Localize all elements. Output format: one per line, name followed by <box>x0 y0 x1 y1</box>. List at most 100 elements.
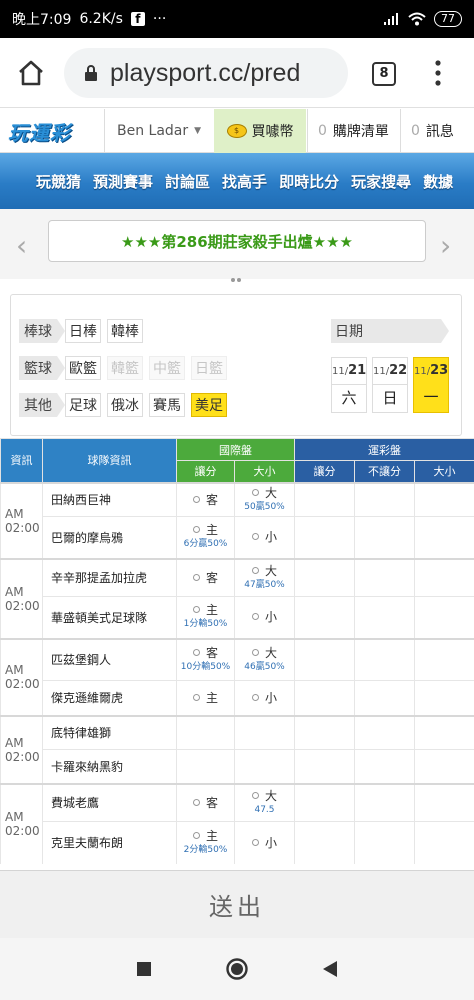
header-lottery-total: 大小 <box>413 460 474 483</box>
chevron-down-icon: ▼ <box>194 126 202 136</box>
table-row: 克里夫蘭布朗 主 2分輸50% 小 <box>1 821 474 864</box>
submit-bar: 送出 <box>0 870 474 938</box>
sport-filter-panel: 棒球 日棒 韓棒 籃球 歐籃 韓籃 中籃 日籃 其他 足球 俄冰 賽馬 美足 日… <box>10 294 462 436</box>
home-icon[interactable] <box>16 58 46 88</box>
away-team: 匹茲堡鋼人 <box>42 637 177 681</box>
signal-icon <box>384 13 398 25</box>
filter-bleague: 日籃 <box>191 356 227 380</box>
buy-coin-button[interactable]: $ 買噱幣 <box>214 109 306 153</box>
carousel-dots <box>231 267 243 282</box>
over-option[interactable]: 大 47.5 <box>234 782 295 822</box>
home-team: 巴爾的摩烏鴉 <box>42 516 177 559</box>
date-option-1122[interactable]: 11/22 日 <box>372 357 408 413</box>
filter-kbo[interactable]: 韓棒 <box>107 319 143 343</box>
game-time: AM 02:00 <box>0 637 43 716</box>
over-option[interactable]: 大 50贏50% <box>234 481 295 517</box>
over-option[interactable]: 大 46贏50% <box>234 637 295 681</box>
radio-icon <box>251 838 259 846</box>
site-header: 玩運彩 Ben Ladar ▼ $ 買噱幣 0 購牌清單 0 訊息 <box>0 109 474 153</box>
header-intl-spread: 讓分 <box>176 460 235 483</box>
messages-button[interactable]: 0 訊息 <box>400 109 474 153</box>
under-option[interactable]: 小 <box>234 596 295 639</box>
filter-khl[interactable]: 俄冰 <box>107 393 143 417</box>
date-month: 11/ <box>332 366 349 377</box>
radio-icon <box>251 613 259 621</box>
radio-icon <box>192 573 200 581</box>
away-team: 底特律雄獅 <box>42 714 177 750</box>
home-spread-option[interactable]: 主 <box>176 680 235 716</box>
category-baseball-label: 棒球 <box>19 319 65 343</box>
filter-kbl: 韓籃 <box>107 356 143 380</box>
radio-icon <box>192 648 200 656</box>
radio-icon <box>192 606 200 614</box>
away-team: 費城老鷹 <box>42 782 177 822</box>
nav-item-player-search[interactable]: 玩家搜尋 <box>351 171 411 192</box>
away-spread-option[interactable]: 客 <box>176 782 235 822</box>
filter-npb[interactable]: 日棒 <box>65 319 101 343</box>
nav-item-play-guess[interactable]: 玩競猜 <box>36 171 81 192</box>
away-spread-option[interactable]: 客 <box>176 481 235 517</box>
facebook-icon: f <box>130 12 145 26</box>
date-day: 23 <box>430 363 449 378</box>
lock-icon <box>85 65 97 81</box>
game-time: AM 02:00 <box>0 481 43 559</box>
spread-line: 6分贏50% <box>183 539 228 550</box>
under-option[interactable]: 小 <box>234 516 295 559</box>
filter-cba: 中籃 <box>149 356 185 380</box>
header-lottery-no-spread: 不讓分 <box>354 460 415 483</box>
radio-icon <box>251 693 259 701</box>
nav-item-find-experts[interactable]: 找高手 <box>222 171 267 192</box>
nav-item-forum[interactable]: 討論區 <box>165 171 210 192</box>
cart-button[interactable]: 0 購牌清單 <box>307 109 399 153</box>
filter-horse-racing[interactable]: 賽馬 <box>149 393 185 417</box>
messages-count: 0 <box>411 123 420 139</box>
home-spread-option[interactable]: 主 2分輸50% <box>176 821 235 864</box>
filter-euro-basketball[interactable]: 歐籃 <box>65 356 101 380</box>
radio-icon <box>192 526 200 534</box>
network-speed: 6.2K/s <box>79 11 123 27</box>
under-option[interactable]: 小 <box>234 680 295 716</box>
header-team-info: 球隊資訊 <box>42 438 177 483</box>
home-spread-option[interactable]: 主 6分贏50% <box>176 516 235 559</box>
date-month: 11/ <box>373 366 390 377</box>
table-row: AM 02:00 底特律雄獅 <box>0 714 474 784</box>
over-line: 47.5 <box>254 804 275 815</box>
under-option[interactable]: 小 <box>234 821 295 864</box>
carousel-prev-button[interactable]: ‹ <box>16 229 27 262</box>
nav-item-predictions[interactable]: 預測賽事 <box>93 171 153 192</box>
recent-apps-icon[interactable] <box>136 961 152 977</box>
user-name: Ben Ladar <box>117 123 189 139</box>
category-other-label: 其他 <box>19 393 65 417</box>
carousel-next-button[interactable]: › <box>440 229 451 262</box>
more-menu-icon[interactable] <box>430 58 446 88</box>
date-option-1121[interactable]: 11/21 六 <box>331 357 367 413</box>
table-row: AM 02:00 田納西巨神 客 大 50贏50% <box>0 481 474 559</box>
date-weekday: 六 <box>332 384 366 412</box>
date-option-1123[interactable]: 11/23 一 <box>413 357 449 413</box>
radio-icon <box>192 693 200 701</box>
away-spread-option[interactable]: 客 10分輸50% <box>176 637 235 681</box>
nav-item-live-scores[interactable]: 即時比分 <box>279 171 339 192</box>
tab-switcher-button[interactable]: 8 <box>372 62 396 86</box>
site-logo[interactable]: 玩運彩 <box>8 117 100 145</box>
over-option[interactable]: 大 47贏50% <box>234 557 295 597</box>
cart-label: 購牌清單 <box>332 124 389 140</box>
radio-icon <box>251 488 259 496</box>
home-circle-icon[interactable] <box>225 957 249 981</box>
away-spread-option[interactable]: 客 <box>176 557 235 597</box>
filter-soccer[interactable]: 足球 <box>65 393 101 417</box>
nav-item-data[interactable]: 數據 <box>423 171 453 192</box>
submit-button[interactable]: 送出 <box>209 887 265 922</box>
game-time: AM 02:00 <box>0 714 43 784</box>
filter-nfl[interactable]: 美足 <box>191 393 227 417</box>
announcement-banner[interactable]: ★★★第286期莊家殺手出爐★★★ <box>48 220 426 262</box>
address-bar[interactable]: playsport.cc/pred <box>64 48 348 98</box>
date-weekday: 日 <box>373 384 407 412</box>
home-spread-option[interactable]: 主 1分輸50% <box>176 596 235 639</box>
away-team: 田納西巨神 <box>42 481 177 517</box>
odds-table: 資訊 球隊資訊 國際盤 運彩盤 讓分 大小 讓分 不讓分 大小 AM 02:00… <box>0 438 474 864</box>
table-row: AM 02:00 費城老鷹 客 大 47.5 <box>0 782 474 864</box>
over-line: 46贏50% <box>244 661 285 672</box>
user-menu-button[interactable]: Ben Ladar ▼ <box>104 109 212 153</box>
back-icon[interactable] <box>322 960 338 978</box>
